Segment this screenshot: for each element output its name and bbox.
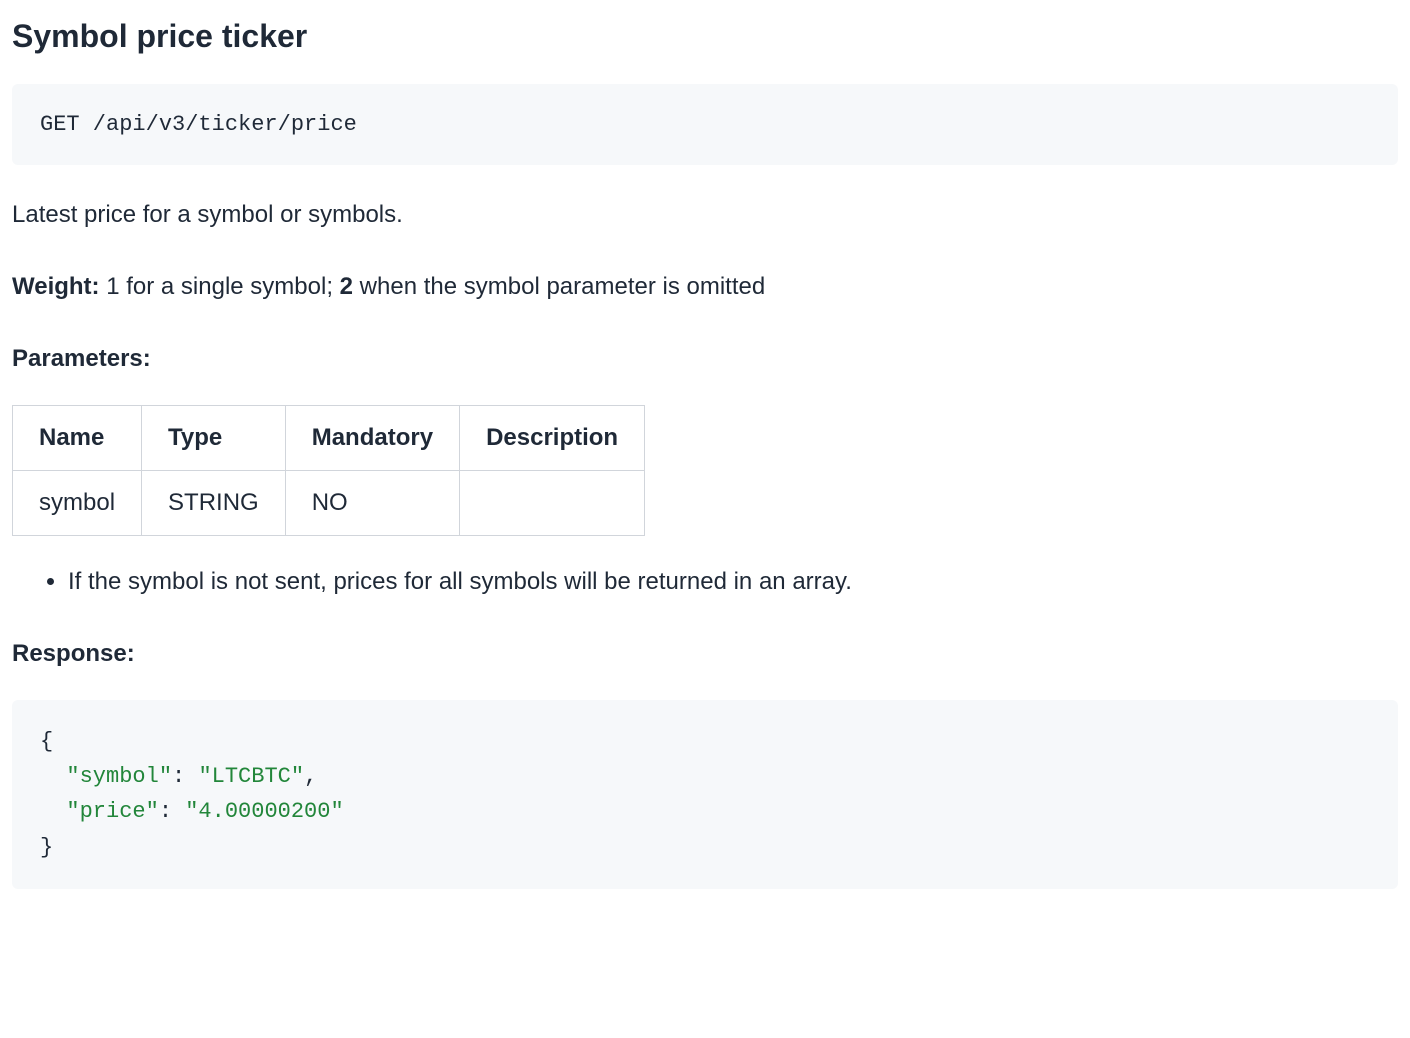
json-value: "4.00000200" [185,799,343,824]
response-label: Response: [12,636,1398,672]
param-description [460,471,645,536]
json-colon: : [172,764,198,789]
table-header-name: Name [13,406,142,471]
table-header-row: Name Type Mandatory Description [13,406,645,471]
parameters-table: Name Type Mandatory Description symbol S… [12,405,645,536]
json-key: "symbol" [66,764,172,789]
json-key: "price" [66,799,158,824]
weight-label: Weight: [12,273,100,300]
table-header-description: Description [460,406,645,471]
weight-text-2: when the symbol parameter is omitted [353,273,765,300]
weight-text-1: 1 for a single symbol; [100,273,340,300]
response-code-block: { "symbol": "LTCBTC", "price": "4.000002… [12,700,1398,889]
table-header-type: Type [142,406,286,471]
endpoint-code-block: GET /api/v3/ticker/price [12,84,1398,165]
list-item: If the symbol is not sent, prices for al… [68,564,1398,600]
json-comma: , [304,764,317,789]
endpoint-description: Latest price for a symbol or symbols. [12,197,1398,233]
json-brace-open: { [40,729,53,754]
json-colon: : [159,799,185,824]
param-type: STRING [142,471,286,536]
weight-bold-2: 2 [340,273,353,300]
param-mandatory: NO [285,471,459,536]
param-name: symbol [13,471,142,536]
parameters-label: Parameters: [12,341,1398,377]
json-brace-close: } [40,835,53,860]
section-title: Symbol price ticker [12,12,1398,60]
table-row: symbol STRING NO [13,471,645,536]
table-header-mandatory: Mandatory [285,406,459,471]
weight-line: Weight: 1 for a single symbol; 2 when th… [12,269,1398,305]
json-value: "LTCBTC" [198,764,304,789]
notes-list: If the symbol is not sent, prices for al… [12,564,1398,600]
